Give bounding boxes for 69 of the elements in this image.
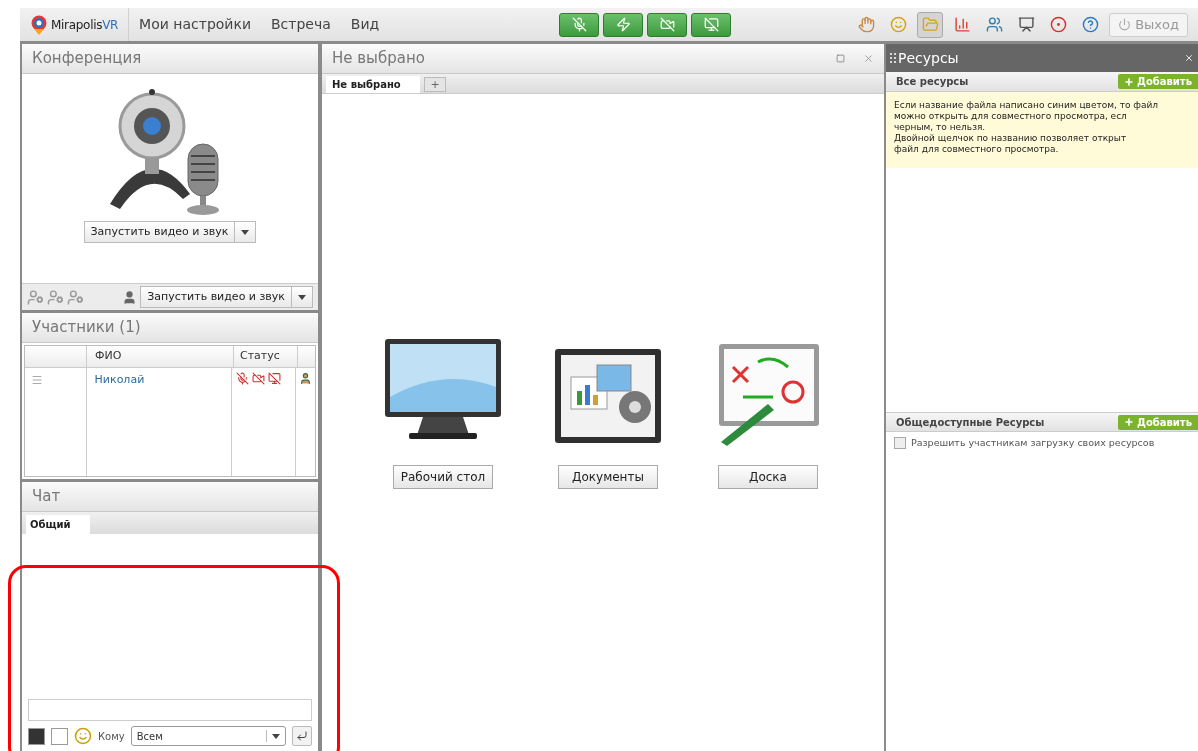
share-option-button[interactable]: Документы (558, 464, 658, 489)
user-icon (299, 372, 312, 385)
dropdown-arrow-icon (241, 229, 250, 235)
recipient-select[interactable]: Всем (130, 726, 286, 746)
record-icon (1049, 16, 1067, 33)
panel-title: Конференция (32, 48, 142, 70)
plus-icon (1124, 76, 1135, 87)
panel-title: Чат (32, 486, 61, 508)
message-input-field[interactable] (28, 699, 312, 721)
section-title: Общедоступные Ресурсы (896, 415, 1045, 430)
user-settings-icon[interactable] (47, 288, 64, 306)
microphone-off-icon (236, 372, 250, 385)
media-toggle-button[interactable] (691, 12, 732, 37)
row-handle-icon[interactable] (31, 374, 43, 386)
help-icon (1081, 16, 1099, 33)
camera-off-icon (659, 17, 675, 32)
section-title: Все ресурсы (896, 75, 969, 89)
microphone-off-icon (571, 17, 587, 32)
user-settings-icon[interactable] (27, 288, 44, 306)
maximize-icon[interactable] (836, 54, 845, 63)
panel-title: Ресурсы (898, 48, 959, 68)
share-option-button[interactable]: Рабочий стол (393, 464, 493, 489)
screen-off-icon (703, 17, 719, 32)
info-note: Если название файла написано синим цветом, то файл можно открыть для совместного просмотра, есл черным, то нельзя. Двойной щелчок по названию позволяет открыт файл для совместного просмотра. (886, 92, 1198, 168)
user-settings-icon[interactable] (67, 288, 84, 306)
recipient-label: Кому (98, 729, 125, 744)
menu-item[interactable]: Вид (340, 14, 390, 35)
users-icon (985, 16, 1003, 33)
column-header[interactable]: Статус (234, 346, 298, 367)
user-icon (122, 289, 138, 305)
start-video-dropdown[interactable]: Запустить видео и звук (140, 286, 313, 308)
media-toggle-button[interactable] (559, 12, 600, 37)
close-icon[interactable] (863, 53, 874, 64)
logo-text: MirapolisVR (51, 16, 119, 34)
media-toggle-button[interactable] (603, 12, 644, 37)
dropdown-arrow-icon (298, 294, 306, 300)
bar-chart-icon (953, 16, 971, 33)
send-button[interactable] (292, 726, 312, 746)
workspace-tab[interactable]: Не выбрано (326, 76, 420, 93)
chat-tab[interactable]: Общий (26, 515, 90, 534)
media-toggle-button[interactable] (647, 12, 688, 37)
panel-title: Не выбрано (332, 48, 425, 70)
add-tab-button[interactable]: + (424, 77, 446, 92)
hand-icon (857, 16, 875, 33)
menu-item[interactable]: Встреча (261, 14, 341, 35)
smiley-icon[interactable] (74, 727, 92, 745)
enter-icon (296, 730, 308, 742)
menu-item[interactable]: Мои настройки (129, 14, 261, 35)
presenter-icon (1017, 16, 1035, 33)
dropdown-arrow-icon (272, 733, 280, 739)
logo-icon (30, 14, 48, 35)
checkbox[interactable] (894, 437, 906, 449)
text-color-icon[interactable] (28, 727, 45, 745)
checkbox-label: Разрешить участникам загрузку своих ресурсов (911, 435, 1155, 450)
folder-icon (921, 16, 939, 33)
participant-name[interactable]: Николай (94, 372, 224, 389)
plus-icon (1124, 417, 1135, 427)
close-icon[interactable] (1184, 53, 1194, 63)
background-color-icon[interactable] (51, 727, 68, 745)
start-video-dropdown[interactable]: Запустить видео и звук (83, 221, 257, 243)
share-option-button[interactable]: Доска (718, 464, 818, 489)
smiley-icon (889, 16, 907, 33)
screen-off-icon (268, 372, 282, 385)
column-header[interactable]: ФИО (87, 346, 234, 367)
power-icon (1118, 18, 1132, 31)
panel-title: Участники (1) (32, 317, 141, 339)
camera-off-icon (252, 372, 266, 385)
grip-icon[interactable] (890, 53, 896, 63)
lightning-icon (615, 17, 631, 32)
